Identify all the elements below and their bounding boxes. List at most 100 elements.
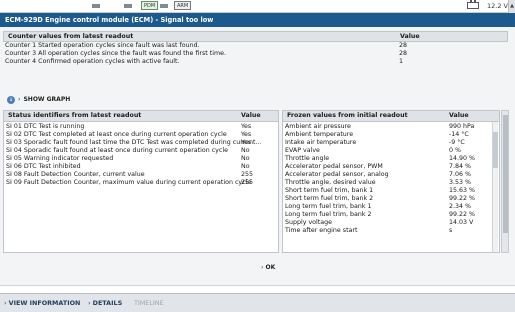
table-row: SI 06 DTC Test inhibited No: [4, 163, 278, 171]
counter-label: Counter 1 Started operation cycles since…: [5, 42, 200, 49]
status-label: SI 08 Fault Detection Counter, current v…: [6, 171, 145, 178]
frozen-value: 7.84 %: [449, 163, 472, 170]
table-row: SI 01 DTC Test is running Yes: [4, 123, 278, 131]
frozen-value: 0 %: [449, 147, 461, 154]
table-row: Long term fuel trim, bank 2 99.22 %: [283, 211, 499, 219]
table-row: Long term fuel trim, bank 1 2.34 %: [283, 203, 499, 211]
table-row: SI 03 Sporadic fault found last time the…: [4, 139, 278, 147]
frozen-value: 2.34 %: [449, 203, 472, 210]
battery-icon: [467, 0, 479, 9]
status-value: No: [241, 155, 250, 162]
table-header: Frozen values from initial readout Value: [283, 111, 499, 122]
frozen-label: Accelerator pedal sensor, analog: [285, 171, 389, 178]
status-value: 255: [241, 179, 254, 186]
counter-label: Counter 3 All operation cycles since the…: [5, 50, 226, 57]
timeline-label: TIMELINE: [134, 299, 164, 307]
ok-button[interactable]: › OK: [261, 264, 275, 271]
table-row: SI 08 Fault Detection Counter, current v…: [4, 171, 278, 179]
frozen-value: 3.53 %: [449, 179, 472, 186]
graph-toggle-icon: ↓: [7, 95, 15, 104]
scroll-up-arrow-icon[interactable]: ▲: [508, 0, 515, 13]
view-information-label: VIEW INFORMATION: [8, 299, 81, 307]
table-row: Counter 1 Started operation cycles since…: [3, 42, 508, 50]
status-identifiers-table: Status identifiers from latest readout V…: [3, 110, 279, 253]
column-header-value: Value: [400, 33, 420, 40]
dialog-scrollbar[interactable]: [501, 110, 509, 253]
table-row: Accelerator pedal sensor, PWM 7.84 %: [283, 163, 499, 171]
table-row: Time after engine start s: [283, 227, 499, 235]
counter-value: 28: [399, 42, 408, 49]
frozen-label: Long term fuel trim, bank 1: [285, 203, 372, 210]
frozen-label: Long term fuel trim, bank 2: [285, 211, 372, 218]
status-label: SI 02 DTC Test completed at least once d…: [6, 131, 227, 138]
counter-values-table: Counter values from latest readout Value…: [3, 31, 508, 66]
chevron-right-icon: ›: [18, 96, 21, 103]
show-graph-button[interactable]: ↓ › SHOW GRAPH: [7, 95, 70, 105]
table-row: Throttle angle 14.90 %: [283, 155, 499, 163]
top-status-strip: PDM ARM 12.2 V ▲: [0, 0, 515, 13]
voltage-readout: 12.2 V: [487, 2, 508, 10]
table-row: SI 09 Fault Detection Counter, maximum v…: [4, 179, 278, 187]
status-value: No: [241, 163, 250, 170]
frozen-value: s: [449, 227, 453, 234]
status-label: SI 09 Fault Detection Counter, maximum v…: [6, 179, 252, 186]
status-value: 255: [241, 171, 254, 178]
frozen-label: Short term fuel trim, bank 1: [285, 187, 374, 194]
status-value: No: [241, 147, 250, 154]
counter-value: 28: [399, 50, 408, 57]
status-value: Yes: [241, 123, 252, 130]
chevron-right-icon: ›: [261, 264, 264, 271]
table-row: Throttle angle, desired value 3.53 %: [283, 179, 499, 187]
details-label: DETAILS: [92, 299, 123, 307]
table-row: Intake air temperature -9 °C: [283, 139, 499, 147]
frozen-label: Intake air temperature: [285, 139, 357, 146]
table-row: SI 02 DTC Test completed at least once d…: [4, 131, 278, 139]
arm-tag[interactable]: ARM: [174, 1, 192, 10]
toolbar-mark: [124, 4, 132, 8]
frozen-value: 990 hPa: [449, 123, 475, 130]
table-header: Counter values from latest readout Value: [3, 31, 508, 42]
status-label: SI 06 DTC Test inhibited: [6, 163, 81, 170]
status-label: SI 05 Warning indicator requested: [6, 155, 114, 162]
frozen-value: 99.22 %: [449, 211, 476, 218]
frozen-value: 14.90 %: [449, 155, 476, 162]
status-value: Yes: [241, 139, 252, 146]
frozen-label: Accelerator pedal sensor, PWM: [285, 163, 383, 170]
frozen-label: Ambient air pressure: [285, 123, 351, 130]
column-header-value: Value: [241, 112, 261, 119]
status-label: SI 01 DTC Test is running: [6, 123, 85, 130]
frozen-label: EVAP valve: [285, 147, 320, 154]
column-header-value: Value: [449, 112, 469, 119]
status-label: SI 03 Sporadic fault found last time the…: [6, 139, 262, 146]
status-label: SI 04 Sporadic fault found at least once…: [6, 147, 228, 154]
chevron-right-icon: ›: [88, 299, 91, 307]
table-row: Ambient temperature -14 °C: [283, 131, 499, 139]
frozen-value: 15.63 %: [449, 187, 476, 194]
frozen-label: Time after engine start: [285, 227, 358, 234]
frozen-label: Throttle angle: [285, 155, 330, 162]
details-button[interactable]: › DETAILS: [88, 298, 122, 308]
status-value: Yes: [241, 131, 252, 138]
view-information-button[interactable]: › VIEW INFORMATION: [4, 298, 80, 308]
table-row: EVAP valve 0 %: [283, 147, 499, 155]
counter-value: 1: [399, 58, 404, 65]
frozen-label: Ambient temperature: [285, 131, 354, 138]
frozen-table-scrollbar[interactable]: [492, 122, 498, 252]
pdm-tag[interactable]: PDM: [141, 1, 159, 10]
frozen-value: -14 °C: [449, 131, 469, 138]
frozen-value: 14.03 V: [449, 219, 474, 226]
dialog-title: ECM-929D Engine control module (ECM) - S…: [0, 13, 515, 27]
timeline-button[interactable]: TIMELINE: [134, 298, 164, 308]
table-row: Short term fuel trim, bank 1 15.63 %: [283, 187, 499, 195]
column-header-status: Status identifiers from latest readout: [8, 112, 142, 119]
column-header-counter: Counter values from latest readout: [8, 33, 134, 40]
column-header-frozen: Frozen values from initial readout: [287, 112, 408, 119]
table-row: Counter 3 All operation cycles since the…: [3, 50, 508, 58]
scrollbar-thumb[interactable]: [503, 115, 508, 233]
table-row: SI 04 Sporadic fault found at least once…: [4, 147, 278, 155]
scrollbar-thumb[interactable]: [493, 132, 498, 168]
fault-details-dialog: Counter values from latest readout Value…: [0, 27, 515, 285]
table-row: SI 05 Warning indicator requested No: [4, 155, 278, 163]
show-graph-label: SHOW GRAPH: [23, 96, 71, 103]
ok-label: OK: [265, 264, 276, 271]
